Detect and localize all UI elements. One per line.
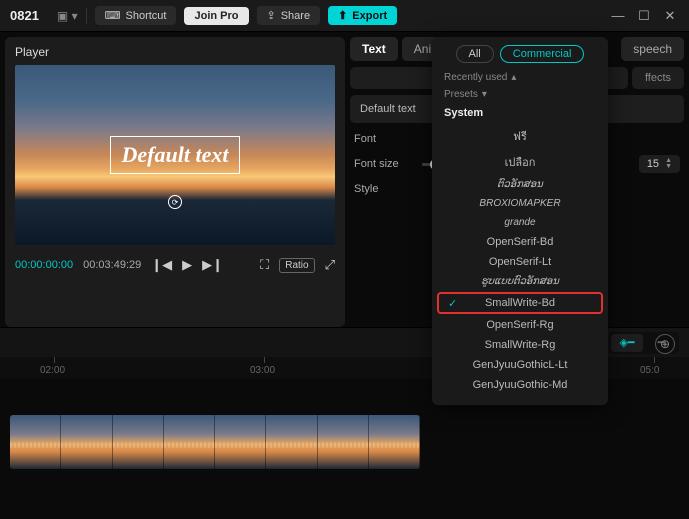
font-item[interactable]: grande (432, 213, 608, 232)
join-pro-button[interactable]: Join Pro (184, 7, 248, 25)
font-item[interactable]: ฟรี (432, 123, 608, 149)
style-label: Style (354, 183, 422, 195)
clip-thumb[interactable] (164, 415, 215, 469)
shortcut-button[interactable]: ⌨ Shortcut (95, 6, 177, 25)
clip-thumb[interactable] (113, 415, 164, 469)
font-item[interactable]: GenJyuuGothicL-Lt (432, 355, 608, 375)
font-item[interactable]: OpenSerif-Rg (432, 315, 608, 335)
font-item[interactable]: เปลือก (432, 149, 608, 175)
font-item[interactable]: ຮູບແບບຕົວອັກສອນ (432, 272, 608, 291)
clip-thumb[interactable] (10, 415, 61, 469)
player-panel: Player Default text ⟳ 00:00:00:00 00:03:… (5, 37, 345, 327)
font-item[interactable]: ✓ SmallWrite-Bd (438, 293, 602, 313)
top-bar: 0821 ▣ ▾ ⌨ Shortcut Join Pro ⇪ Share ⬆ Expo… (0, 0, 689, 32)
collapse-icon: ▴ (511, 72, 516, 83)
keyboard-icon: ⌨ (105, 9, 121, 22)
properties-panel: Text Ani speech Basic ffects Default tex… (350, 37, 684, 327)
timecode-current: 00:00:00:00 (15, 259, 73, 271)
share-button[interactable]: ⇪ Share (257, 6, 321, 25)
font-size-value[interactable]: 15▲▼ (639, 155, 680, 173)
font-item-label: ຮູບແບບຕົວອັກສອນ (481, 276, 559, 287)
export-label: Export (352, 10, 387, 22)
chevron-down-icon: ▾ (482, 89, 487, 100)
recent-section[interactable]: Recently used▴ (432, 69, 608, 86)
font-label: Font (354, 133, 422, 145)
tab-text[interactable]: Text (350, 37, 398, 61)
font-item[interactable]: ຕົວອັກສອນ (432, 175, 608, 194)
check-icon: ✓ (448, 297, 457, 310)
ratio-button[interactable]: Ratio (279, 258, 314, 273)
share-label: Share (281, 10, 310, 22)
subtab-effects[interactable]: ffects (632, 67, 684, 89)
font-item[interactable]: OpenSerif-Bd (432, 232, 608, 252)
player-controls: 00:00:00:00 00:03:49:29 ❙◀ ▶ ▶❙ ⛶ Ratio … (15, 257, 335, 273)
font-item-label: ຕົວອັກສອນ (497, 179, 543, 190)
prev-frame-button[interactable]: ❙◀ (151, 257, 172, 273)
export-button[interactable]: ⬆ Export (328, 6, 397, 25)
rotate-handle[interactable]: ⟳ (168, 195, 182, 209)
font-dropdown: All Commercial Recently used▴ Presets▾ S… (432, 37, 608, 405)
export-icon: ⬆ (338, 9, 347, 22)
next-frame-button[interactable]: ▶❙ (202, 257, 223, 273)
font-size-label: Font size (354, 158, 422, 170)
clip-thumb[interactable] (215, 415, 266, 469)
shortcut-label: Shortcut (126, 10, 167, 22)
filter-all[interactable]: All (456, 45, 494, 63)
font-item[interactable]: BROXIOMAPKER (432, 194, 608, 213)
font-item-label: OpenSerif-Lt (489, 256, 551, 268)
font-item-label: grande (504, 217, 535, 228)
divider (86, 8, 87, 24)
font-item-label: GenJyuuGothic-Md (473, 379, 568, 391)
share-icon: ⇪ (267, 9, 276, 22)
timecode-total: 00:03:49:29 (83, 259, 141, 271)
crop-icon[interactable]: ⛶ (260, 257, 269, 273)
font-item-label: SmallWrite-Rg (485, 339, 556, 351)
ruler-tick: 05:0 (640, 365, 659, 376)
clip-thumb[interactable] (318, 415, 369, 469)
maximize-button[interactable]: ☐ (635, 8, 653, 24)
font-item[interactable]: OpenSerif-Lt (432, 252, 608, 272)
font-item-label: SmallWrite-Bd (485, 297, 555, 309)
toggle-seg-a[interactable]: ◈━ (611, 334, 643, 352)
ruler-tick: 02:00 (40, 365, 65, 376)
tab-speech[interactable]: speech (621, 37, 684, 61)
system-heading: System (432, 103, 608, 123)
project-title: 0821 (10, 8, 39, 23)
font-item-label: เปลือก (505, 157, 536, 169)
layout-icon[interactable]: ▣ ▾ (57, 9, 78, 23)
clip-thumb[interactable] (266, 415, 317, 469)
play-button[interactable]: ▶ (182, 257, 192, 273)
video-preview[interactable]: Default text ⟳ (15, 65, 335, 245)
minimize-button[interactable]: — (609, 8, 627, 23)
font-item-label: GenJyuuGothicL-Lt (473, 359, 568, 371)
player-label: Player (15, 45, 335, 59)
clip-thumb[interactable] (61, 415, 112, 469)
clip-thumb[interactable] (369, 415, 420, 469)
text-overlay[interactable]: Default text (110, 136, 241, 174)
filter-commercial[interactable]: Commercial (500, 45, 585, 63)
font-item-label: OpenSerif-Bd (487, 236, 554, 248)
video-track[interactable] (10, 415, 420, 469)
font-item-label: ฟรี (513, 131, 527, 143)
fullscreen-icon[interactable]: ⤢ (325, 257, 335, 273)
font-item-label: BROXIOMAPKER (479, 198, 560, 209)
font-item-label: OpenSerif-Rg (486, 319, 553, 331)
font-item[interactable]: SmallWrite-Rg (432, 335, 608, 355)
font-item[interactable]: GenJyuuGothic-Md (432, 375, 608, 395)
stepper-icon[interactable]: ▲▼ (665, 158, 672, 170)
ruler-tick: 03:00 (250, 365, 275, 376)
close-button[interactable]: ✕ (661, 8, 679, 24)
add-target-button[interactable]: ⊕ (655, 334, 675, 354)
presets-section[interactable]: Presets▾ (432, 86, 608, 103)
